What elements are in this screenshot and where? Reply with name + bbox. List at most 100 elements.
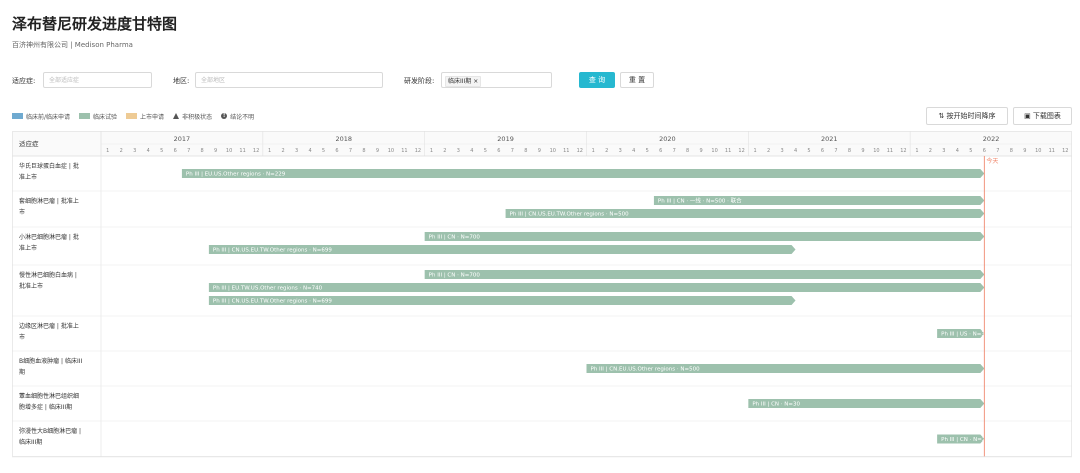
indication-label: 市 [19, 208, 25, 216]
region-filter-label: 地区: [173, 77, 190, 85]
page-title: 泽布替尼研发进度甘特图 [12, 15, 178, 33]
trial-bar [181, 169, 985, 178]
trial-bar-label: Ph III | CN.EU.US.Other regions · N=500 [591, 367, 701, 373]
month-label: 6 [659, 148, 662, 154]
trial-bar-label: Ph III | EU.TW.US.Other regions · N=740 [213, 286, 323, 292]
indication-label: 小淋巴细胞淋巴瘤 | 批 [19, 233, 79, 241]
month-label: 7 [996, 148, 999, 154]
month-label: 5 [807, 148, 810, 154]
month-label: 4 [470, 148, 473, 154]
month-label: 3 [457, 148, 460, 154]
region-placeholder: 全部地区 [201, 77, 226, 84]
trial-bar-label: Ph III | CN.US.EU.TW.Other regions · N=6… [213, 248, 332, 254]
month-label: 12 [253, 148, 259, 154]
month-label: 10 [711, 148, 717, 154]
month-label: 2 [281, 148, 284, 154]
month-label: 11 [401, 148, 407, 154]
month-label: 3 [619, 148, 622, 154]
indication-placeholder: 全部适应症 [49, 77, 80, 84]
trial-bar-label: Ph III | CN.US.EU.TW.Other regions · N=5… [510, 212, 629, 218]
month-label: 7 [511, 148, 514, 154]
month-label: 6 [335, 148, 338, 154]
indication-select[interactable]: 全部适应症 [43, 72, 152, 88]
month-label: 12 [577, 148, 583, 154]
legend: 临床前/临床申请 临床试验 上市申请 非积极状态 ! 结论不明 [12, 111, 254, 121]
indication-label: 期 [19, 368, 25, 376]
gantt-header-bg [12, 131, 1072, 156]
month-label: 3 [780, 148, 783, 154]
month-label: 8 [686, 148, 689, 154]
month-label: 11 [563, 148, 569, 154]
stage-filter-label: 研发阶段: [404, 77, 435, 85]
stage-select[interactable]: 临床III期 × [441, 72, 552, 88]
month-label: 12 [1062, 148, 1068, 154]
indication-filter-label: 适应症: [12, 77, 36, 85]
month-label: 9 [538, 148, 541, 154]
indication-label: 华氏巨球蛋白血症 | 批 [19, 162, 79, 170]
month-label: 10 [226, 148, 232, 154]
year-label: 2021 [821, 135, 838, 143]
trial-bar-label: Ph III | CN · 一线 · N=500 · 联合 [658, 197, 742, 205]
trial-bar-label: Ph III | EU.US.Other regions · N=229 [186, 172, 286, 178]
month-label: 9 [861, 148, 864, 154]
month-label: 6 [497, 148, 500, 154]
month-label: 4 [308, 148, 311, 154]
month-label: 4 [956, 148, 959, 154]
month-label: 1 [268, 148, 271, 154]
month-label: 11 [725, 148, 731, 154]
trial-bar [424, 270, 985, 279]
indication-label: B细胞血液肿瘤 | 临床III [19, 357, 82, 365]
year-label: 2020 [659, 135, 676, 143]
month-label: 10 [873, 148, 879, 154]
month-label: 6 [983, 148, 986, 154]
month-label: 5 [969, 148, 972, 154]
today-label: 今天 [986, 157, 998, 165]
trial-bar [208, 283, 985, 292]
legend-swatch-nda [126, 113, 138, 119]
month-label: 10 [550, 148, 556, 154]
month-label: 4 [147, 148, 150, 154]
month-label: 6 [174, 148, 177, 154]
legend-label-clinical-trial: 临床试验 [93, 113, 118, 121]
region-select[interactable]: 全部地区 [195, 72, 383, 88]
indication-label: 准上市 [19, 173, 37, 181]
triangle-icon [173, 113, 180, 119]
year-label: 2019 [497, 135, 514, 143]
query-button[interactable]: 查 询 [579, 72, 615, 88]
month-label: 9 [376, 148, 379, 154]
month-label: 12 [415, 148, 421, 154]
indication-label: 市 [19, 333, 25, 341]
stage-tag[interactable]: 临床III期 × [445, 76, 482, 87]
month-label: 8 [201, 148, 204, 154]
gantt-chart: 适应症20171 2 3 4 5 6 7 8 9 10 11 1220181 2 3 4 5 6 7 8 9 10 11 1… [12, 131, 1072, 458]
month-label: 11 [239, 148, 245, 154]
month-label: 1 [592, 148, 595, 154]
trial-bar-label: Ph III | CN.US.EU.TW.Other regions · N=6… [213, 299, 332, 305]
download-button[interactable]: ▣ 下载图表 [1013, 107, 1072, 125]
sort-icon: ⇅ [938, 112, 947, 120]
month-label: 3 [133, 148, 136, 154]
legend-label-preclinical: 临床前/临床申请 [26, 113, 71, 121]
month-label: 6 [821, 148, 824, 154]
month-label: 2 [605, 148, 608, 154]
month-label: 5 [646, 148, 649, 154]
month-label: 1 [430, 148, 433, 154]
legend-label-unclear: 结论不明 [230, 113, 255, 121]
year-label: 2017 [174, 135, 191, 143]
download-icon: ▣ [1024, 112, 1033, 120]
indication-label: 胞增多症 | 临床III期 [19, 403, 72, 411]
indication-label: 弥漫性大B细胞淋巴瘤 | [19, 427, 81, 435]
legend-label-inactive: 非积极状态 [182, 113, 213, 121]
legend-swatch-preclinical [12, 113, 23, 119]
month-label: 5 [322, 148, 325, 154]
month-label: 7 [187, 148, 190, 154]
reset-button[interactable]: 重 置 [620, 72, 654, 88]
month-label: 4 [794, 148, 797, 154]
download-button-label: 下载图表 [1032, 112, 1061, 120]
year-label: 2022 [983, 135, 1000, 143]
indication-label: 边缘区淋巴瘤 | 批准上 [19, 322, 79, 330]
indication-label: 批准上市 [19, 282, 43, 290]
legend-swatch-clinical-trial [79, 113, 91, 119]
month-label: 8 [524, 148, 527, 154]
sort-button[interactable]: ⇅ 按开始时间降序 [926, 107, 1008, 125]
